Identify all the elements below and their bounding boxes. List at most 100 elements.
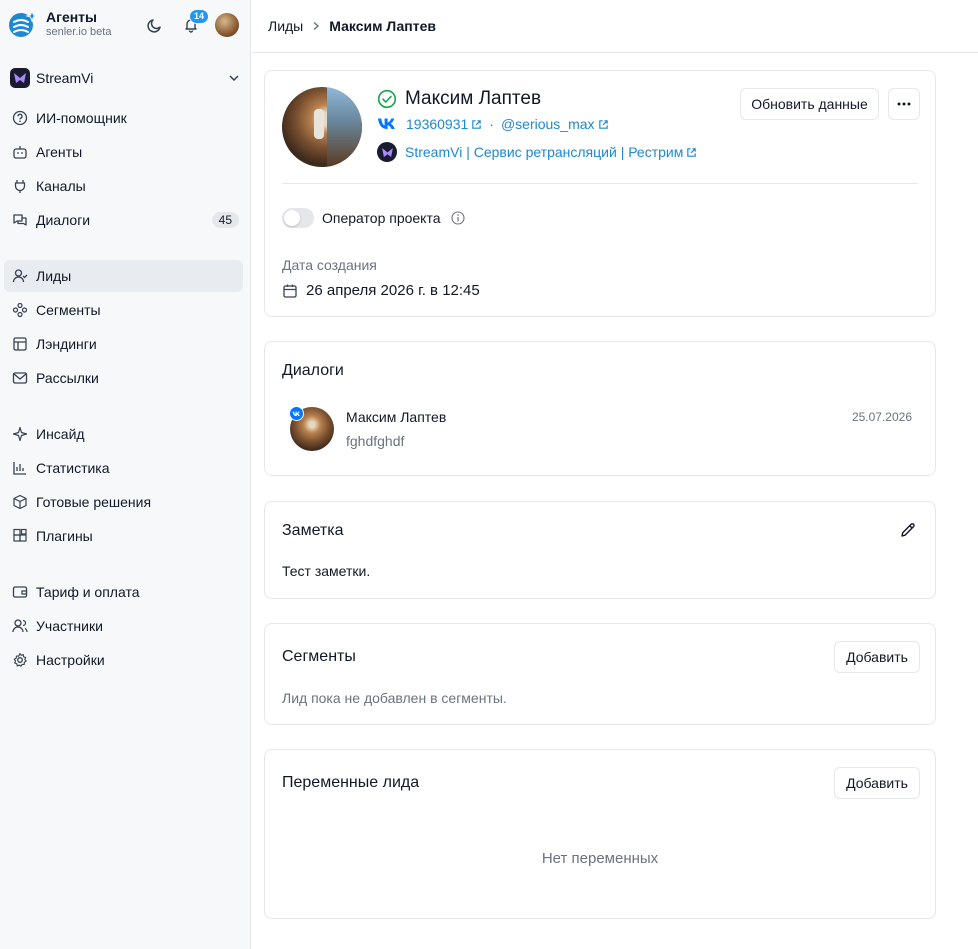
sidebar-item-mailings[interactable]: Рассылки bbox=[4, 362, 243, 394]
project-logo bbox=[10, 68, 30, 88]
divider bbox=[282, 183, 918, 184]
sidebar-item-agents[interactable]: Агенты bbox=[4, 136, 243, 168]
sidebar-item-settings[interactable]: Настройки bbox=[4, 644, 243, 676]
lead-avatar bbox=[282, 87, 362, 167]
chevron-down-icon bbox=[229, 75, 239, 82]
notifications-button[interactable]: 14 bbox=[181, 9, 210, 35]
edit-note-button[interactable] bbox=[899, 521, 917, 539]
brand[interactable]: Агенты senler.io beta bbox=[8, 9, 111, 39]
chevron-right-icon bbox=[311, 18, 321, 34]
vk-id-link[interactable]: 19360931 bbox=[406, 116, 468, 132]
update-data-button[interactable]: Обновить данные bbox=[740, 88, 879, 120]
sidebar-item-label: Инсайд bbox=[36, 426, 85, 442]
sidebar: Агенты senler.io beta 14 StreamVi ИИ-пом… bbox=[0, 0, 251, 949]
sidebar-item-label: Настройки bbox=[36, 652, 105, 668]
nav-group-leads: Лиды Сегменты Лэндинги Рассылки bbox=[4, 260, 243, 396]
nav-group-settings: Тариф и оплата Участники Настройки bbox=[4, 576, 243, 678]
help-circle-icon bbox=[12, 110, 28, 126]
segments-card: Сегменты Добавить Лид пока не добавлен в… bbox=[264, 623, 936, 725]
wallet-icon bbox=[12, 584, 28, 600]
segments-icon bbox=[12, 302, 28, 318]
sidebar-item-ai-assistant[interactable]: ИИ-помощник bbox=[4, 102, 243, 134]
puzzle-icon bbox=[12, 528, 28, 544]
vk-badge-icon bbox=[289, 406, 304, 421]
nav-group-main: ИИ-помощник Агенты Каналы Диалоги 45 bbox=[4, 102, 243, 238]
sidebar-item-segments[interactable]: Сегменты bbox=[4, 294, 243, 326]
sidebar-item-label: ИИ-помощник bbox=[36, 110, 127, 126]
user-avatar[interactable] bbox=[215, 13, 239, 37]
segments-title: Сегменты bbox=[282, 648, 356, 665]
project-logo-small bbox=[377, 142, 397, 162]
sidebar-item-label: Тариф и оплата bbox=[36, 584, 140, 600]
more-button[interactable] bbox=[888, 88, 920, 120]
vk-icon bbox=[378, 118, 395, 129]
sidebar-item-label: Готовые решения bbox=[36, 494, 152, 510]
lead-name: Максим Лаптев bbox=[405, 88, 542, 109]
breadcrumb-current: Максим Лаптев bbox=[329, 18, 436, 34]
add-segment-button[interactable]: Добавить bbox=[834, 641, 920, 673]
external-link-icon bbox=[472, 119, 482, 129]
external-link-icon bbox=[687, 147, 697, 157]
note-card: Заметка Тест заметки. bbox=[264, 501, 936, 599]
external-link-icon bbox=[598, 119, 608, 129]
created-label: Дата создания bbox=[282, 257, 377, 273]
dialog-name: Максим Лаптев bbox=[346, 409, 447, 425]
operator-toggle[interactable] bbox=[282, 208, 314, 228]
nav-group-insights: Инсайд Статистика Готовые решения Плагин… bbox=[4, 418, 243, 554]
gear-icon bbox=[12, 652, 28, 668]
sidebar-item-insight[interactable]: Инсайд bbox=[4, 418, 243, 450]
bot-icon bbox=[12, 144, 28, 160]
pencil-icon bbox=[901, 523, 915, 537]
sidebar-item-statistics[interactable]: Статистика bbox=[4, 452, 243, 484]
dialogs-card: Диалоги Максим Лаптев fghdfghdf 25.07.20… bbox=[264, 341, 936, 476]
verified-check-icon bbox=[377, 89, 397, 109]
sidebar-item-billing[interactable]: Тариф и оплата bbox=[4, 576, 243, 608]
users-icon bbox=[12, 618, 28, 634]
project-switcher[interactable]: StreamVi bbox=[10, 66, 240, 90]
sparkle-icon bbox=[12, 426, 28, 442]
sidebar-item-channels[interactable]: Каналы bbox=[4, 170, 243, 202]
sidebar-item-label: Плагины bbox=[36, 528, 93, 544]
sidebar-item-leads[interactable]: Лиды bbox=[4, 260, 243, 292]
operator-label: Оператор проекта bbox=[322, 210, 441, 226]
segments-empty-text: Лид пока не добавлен в сегменты. bbox=[282, 690, 507, 706]
sidebar-item-label: Рассылки bbox=[36, 370, 99, 386]
sidebar-item-label: Участники bbox=[36, 618, 103, 634]
app-title: Агенты bbox=[46, 9, 97, 25]
sidebar-item-members[interactable]: Участники bbox=[4, 610, 243, 642]
chat-icon bbox=[12, 212, 28, 228]
add-variable-button[interactable]: Добавить bbox=[834, 767, 920, 799]
more-horizontal-icon bbox=[897, 102, 911, 106]
mail-icon bbox=[12, 370, 28, 386]
sidebar-item-plugins[interactable]: Плагины bbox=[4, 520, 243, 552]
app-subtitle: senler.io beta bbox=[46, 26, 112, 38]
user-check-icon bbox=[12, 268, 28, 284]
list-item[interactable]: Максим Лаптев fghdfghdf 25.07.2026 bbox=[282, 400, 922, 456]
box-icon bbox=[12, 494, 28, 510]
project-name: StreamVi bbox=[36, 70, 94, 86]
sidebar-item-label: Каналы bbox=[36, 178, 86, 194]
variables-title: Переменные лида bbox=[282, 774, 420, 791]
sidebar-item-label: Агенты bbox=[36, 144, 83, 160]
sidebar-item-label: Сегменты bbox=[36, 302, 101, 318]
username-link[interactable]: @serious_max bbox=[501, 116, 595, 132]
note-title: Заметка bbox=[282, 522, 344, 539]
info-icon[interactable] bbox=[450, 211, 465, 225]
sidebar-item-label: Диалоги bbox=[36, 212, 91, 228]
moon-icon[interactable] bbox=[145, 15, 165, 35]
link-separator: · bbox=[489, 116, 494, 132]
dialogs-title: Диалоги bbox=[282, 362, 344, 379]
layout-icon bbox=[12, 336, 28, 352]
lead-profile-card: Максим Лаптев 19360931 · @serious_max St… bbox=[264, 70, 936, 317]
sidebar-item-dialogs[interactable]: Диалоги 45 bbox=[4, 204, 243, 236]
dialog-date: 25.07.2026 bbox=[851, 410, 912, 424]
created-value: 26 апреля 2026 г. в 12:45 bbox=[306, 282, 480, 299]
notification-count-badge: 14 bbox=[189, 9, 210, 24]
breadcrumb-leads-link[interactable]: Лиды bbox=[268, 18, 303, 34]
project-link[interactable]: StreamVi | Сервис ретрансляций | Рестрим bbox=[405, 144, 683, 160]
sidebar-item-label: Лиды bbox=[36, 268, 72, 284]
sidebar-item-ready-solutions[interactable]: Готовые решения bbox=[4, 486, 243, 518]
dialog-preview: fghdfghdf bbox=[346, 433, 405, 449]
sidebar-item-landings[interactable]: Лэндинги bbox=[4, 328, 243, 360]
plug-icon bbox=[12, 178, 28, 194]
